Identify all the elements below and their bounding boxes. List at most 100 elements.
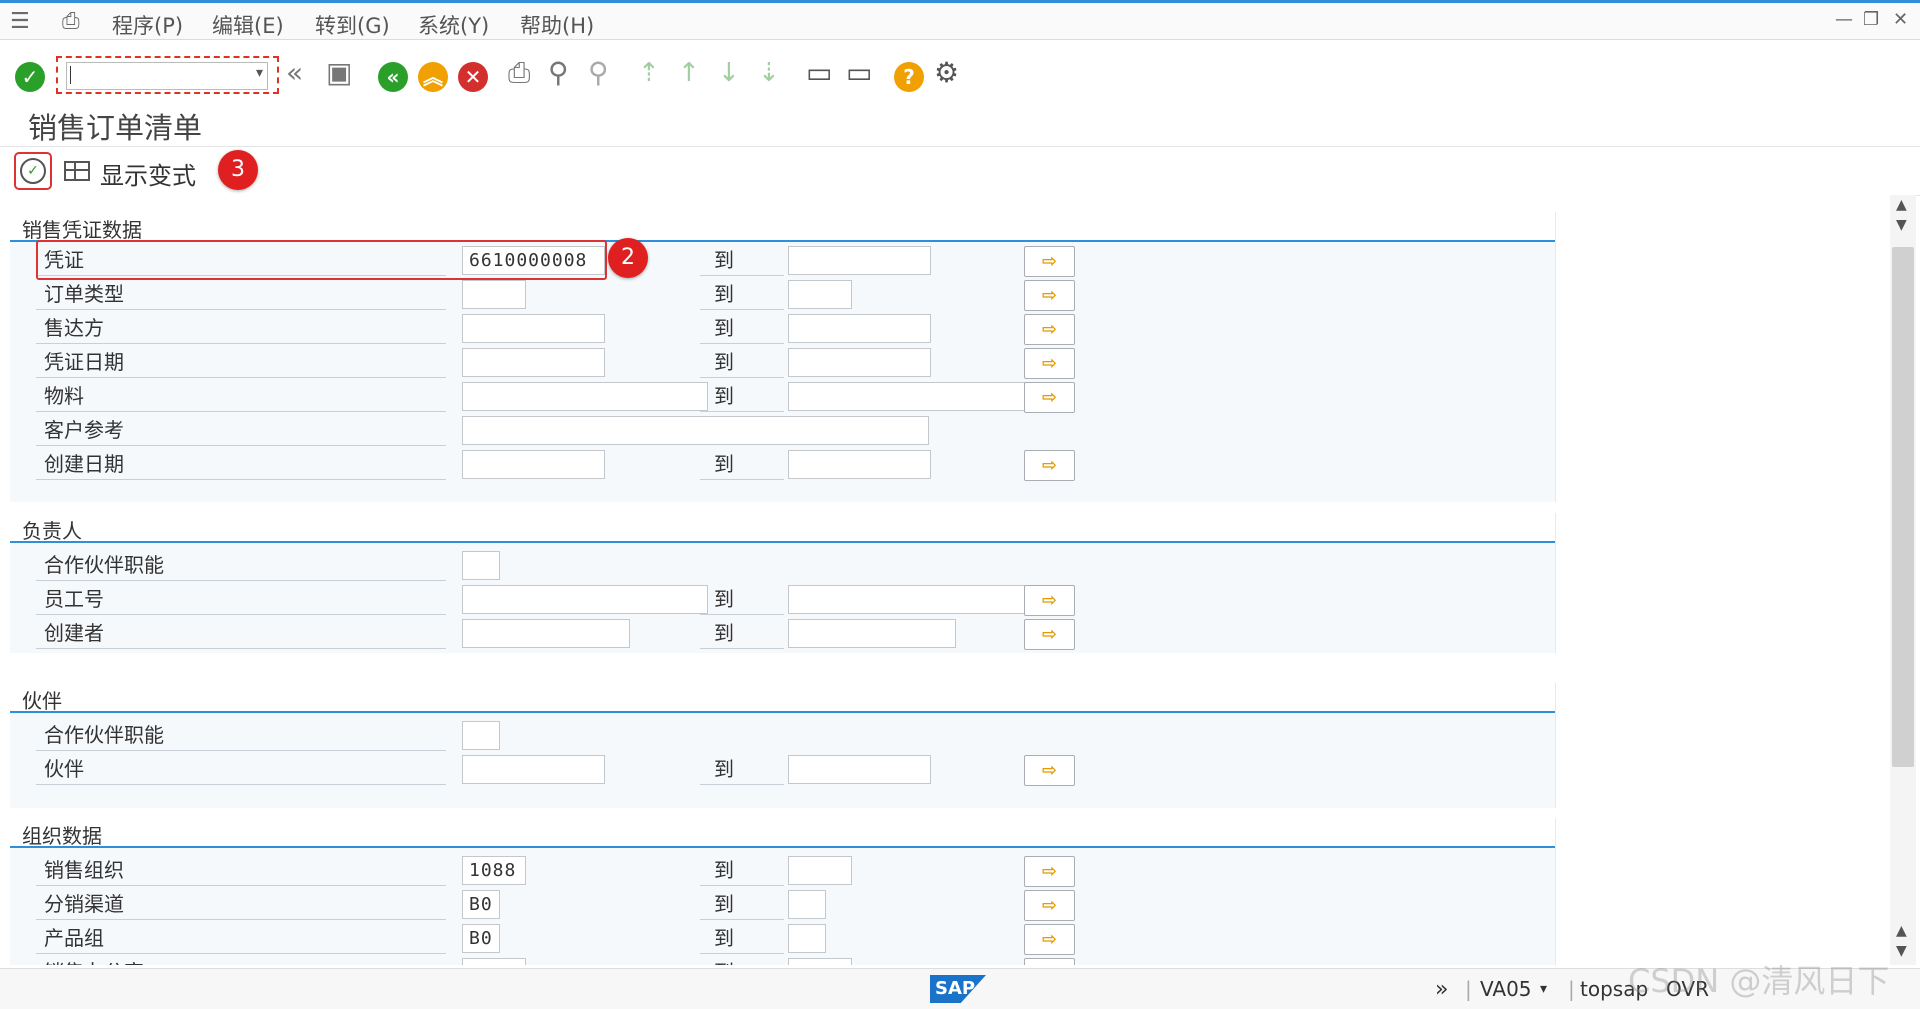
selection-row: 销售组织 1088 到 ⇨: [10, 854, 1555, 888]
from-field[interactable]: 1088: [462, 856, 526, 885]
field-label: 产品组: [36, 922, 446, 954]
field-label: 销售办公室: [36, 956, 446, 965]
vertical-scrollbar[interactable]: ▲ ▼ ▲ ▼: [1890, 195, 1916, 965]
from-field[interactable]: [462, 450, 605, 479]
command-field[interactable]: ▾: [56, 56, 279, 94]
scroll-down-small-icon[interactable]: ▼: [1896, 217, 1907, 233]
to-field[interactable]: [788, 755, 931, 784]
status-separator: |: [1568, 977, 1575, 1001]
multiple-selection-button[interactable]: ⇨: [1024, 890, 1075, 921]
to-field[interactable]: [788, 890, 826, 919]
new-session-icon[interactable]: ▭: [806, 56, 832, 89]
to-label: 到: [700, 888, 784, 920]
multiple-selection-button[interactable]: ⇨: [1024, 382, 1075, 413]
menu-goto[interactable]: 转到(G): [315, 10, 390, 40]
multiple-selection-button[interactable]: ⇨: [1024, 958, 1075, 965]
to-field[interactable]: [788, 619, 956, 648]
cancel-icon[interactable]: ✕: [458, 62, 488, 92]
restore-button[interactable]: ❐: [1863, 9, 1879, 30]
print-icon[interactable]: ⎙: [508, 56, 530, 90]
transaction-code: VA05: [1480, 977, 1532, 1001]
to-field[interactable]: [788, 382, 1034, 411]
to-field[interactable]: [788, 958, 852, 965]
from-field[interactable]: [462, 958, 526, 965]
from-field[interactable]: [462, 585, 708, 614]
multiple-selection-button[interactable]: ⇨: [1024, 450, 1075, 481]
multiple-selection-button[interactable]: ⇨: [1024, 755, 1075, 786]
to-field[interactable]: [788, 314, 931, 343]
scroll-thumb[interactable]: [1892, 247, 1914, 767]
shortcut-icon[interactable]: ▭: [846, 56, 872, 89]
selection-row: 创建者 到 ⇨: [10, 617, 1555, 651]
double-chevron-right-icon[interactable]: »: [1435, 977, 1448, 1002]
from-field[interactable]: B0: [462, 890, 500, 919]
first-page-icon[interactable]: ⇡: [638, 58, 660, 88]
exit-icon[interactable]: ︽: [418, 62, 448, 92]
scroll-down-icon[interactable]: ▼: [1896, 943, 1907, 959]
to-field[interactable]: [788, 348, 931, 377]
menu-icon[interactable]: ☰: [10, 9, 30, 34]
prev-page-icon[interactable]: ↑: [678, 58, 700, 88]
menu-edit[interactable]: 编辑(E): [212, 10, 284, 40]
scroll-up-bottom-icon[interactable]: ▲: [1896, 923, 1907, 939]
from-field[interactable]: [462, 382, 708, 411]
to-field[interactable]: [788, 450, 931, 479]
enter-icon[interactable]: ✓: [15, 62, 45, 92]
multiple-selection-icon: ⇨: [1041, 353, 1058, 374]
to-label: 到: [700, 753, 784, 785]
multiple-selection-button[interactable]: ⇨: [1024, 314, 1075, 345]
find-next-icon[interactable]: ⚲: [588, 56, 609, 89]
multiple-selection-icon: ⇨: [1042, 963, 1057, 965]
back-icon[interactable]: «: [378, 62, 408, 92]
from-field[interactable]: [462, 416, 929, 445]
selection-row: 凭证日期 到 ⇨: [10, 346, 1555, 380]
sap-logo: SAP: [930, 975, 986, 1003]
layout-icon[interactable]: [64, 161, 90, 181]
display-variant-button[interactable]: 显示变式: [100, 156, 196, 191]
execute-button[interactable]: ✓: [14, 152, 52, 190]
field-group: 负责人 合作伙伴职能 员工号到 ⇨ 创建者到 ⇨: [10, 513, 1556, 653]
to-label: 到: [700, 312, 784, 344]
multiple-selection-button[interactable]: ⇨: [1024, 585, 1075, 616]
close-window-button[interactable]: ✕: [1893, 9, 1908, 30]
minimize-button[interactable]: —: [1835, 9, 1853, 30]
to-field[interactable]: [788, 585, 1034, 614]
help-icon[interactable]: ?: [894, 62, 924, 92]
find-icon[interactable]: ⚲: [548, 56, 569, 89]
to-field[interactable]: [788, 856, 852, 885]
to-field[interactable]: [788, 246, 931, 275]
save-icon[interactable]: ▣: [326, 56, 352, 89]
from-field[interactable]: B0: [462, 924, 500, 953]
multiple-selection-button[interactable]: ⇨: [1024, 619, 1075, 650]
multiple-selection-button[interactable]: ⇨: [1024, 348, 1075, 379]
multiple-selection-button[interactable]: ⇨: [1024, 856, 1075, 887]
menu-help[interactable]: 帮助(H): [520, 10, 594, 40]
multiple-selection-button[interactable]: ⇨: [1024, 924, 1075, 955]
selection-row: 售达方 到 ⇨: [10, 312, 1555, 346]
chevron-down-icon[interactable]: ▾: [256, 65, 263, 81]
multiple-selection-button[interactable]: ⇨: [1024, 280, 1075, 311]
field-label: 售达方: [36, 312, 446, 344]
menu-system[interactable]: 系统(Y): [418, 10, 489, 40]
chevron-down-icon[interactable]: ▾: [1540, 981, 1547, 997]
next-page-icon[interactable]: ↓: [718, 58, 740, 88]
menu-program[interactable]: 程序(P): [112, 10, 183, 40]
from-field[interactable]: [462, 348, 605, 377]
group-header: 伙伴: [10, 683, 1555, 713]
customize-layout-icon[interactable]: ⎙: [62, 9, 80, 34]
to-field[interactable]: [788, 924, 826, 953]
from-field[interactable]: [462, 551, 500, 580]
scroll-up-icon[interactable]: ▲: [1896, 197, 1907, 213]
to-field[interactable]: [788, 280, 852, 309]
last-page-icon[interactable]: ⇣: [758, 58, 780, 88]
from-field[interactable]: [462, 314, 605, 343]
selection-row: 客户参考: [10, 414, 1555, 448]
settings-icon[interactable]: ⚙: [934, 56, 959, 89]
from-field[interactable]: [462, 721, 500, 750]
double-chevron-left-icon[interactable]: «: [286, 56, 303, 89]
from-field[interactable]: [462, 280, 526, 309]
from-field[interactable]: [462, 755, 605, 784]
from-field[interactable]: [462, 619, 630, 648]
multiple-selection-button[interactable]: ⇨: [1024, 246, 1075, 277]
field-label: 分销渠道: [36, 888, 446, 920]
